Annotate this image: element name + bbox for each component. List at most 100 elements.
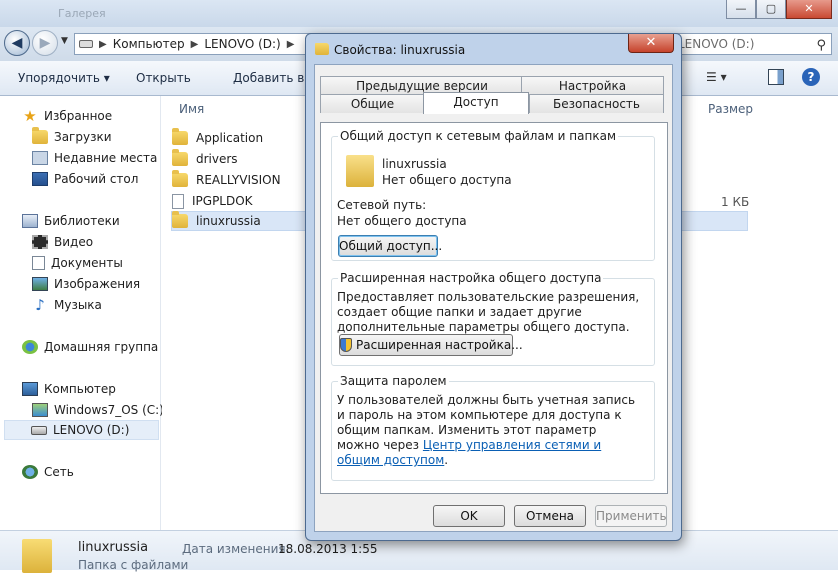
nav-computer[interactable]: Компьютер: [22, 379, 116, 399]
password-protection-description: У пользователей должны быть учетная запи…: [337, 393, 642, 468]
drive-icon: [31, 425, 47, 435]
nav-documents-label: Документы: [51, 256, 123, 270]
cancel-button[interactable]: Отмена: [514, 505, 586, 527]
dialog-close-button[interactable]: ✕: [628, 34, 674, 53]
nav-homegroup[interactable]: Домашняя группа: [22, 337, 158, 357]
folder-icon: [172, 128, 188, 145]
tab-general[interactable]: Общие: [320, 94, 425, 113]
uac-shield-icon: [340, 338, 352, 352]
file-row-drivers[interactable]: drivers: [172, 149, 238, 169]
libraries-icon: [22, 214, 38, 228]
explorer-titlebar: Галерея — ▢ ✕: [0, 0, 838, 27]
nav-network-label: Сеть: [44, 465, 74, 479]
network-icon: [22, 465, 38, 479]
maximize-button[interactable]: ▢: [756, 0, 786, 19]
recent-places-icon: [32, 151, 48, 165]
chevron-right-icon[interactable]: ▶: [287, 39, 295, 50]
file-row-reallyvision[interactable]: REALLYVISION: [172, 170, 281, 190]
recent-pages-dropdown[interactable]: ▼: [61, 36, 68, 46]
chevron-right-icon[interactable]: ▶: [99, 39, 107, 50]
help-icon[interactable]: ?: [802, 68, 820, 86]
nav-recent-places[interactable]: Недавние места: [32, 148, 157, 168]
advanced-sharing-title: Расширенная настройка общего доступа: [338, 271, 604, 285]
folder-icon: [22, 539, 52, 573]
network-path-value: Нет общего доступа: [337, 214, 467, 228]
advanced-sharing-group: Расширенная настройка общего доступа Пре…: [331, 271, 655, 366]
file-name: Application: [196, 131, 264, 145]
nav-drive-d[interactable]: LENOVO (D:): [4, 420, 159, 440]
minimize-icon: —: [735, 2, 747, 15]
nav-music-label: Музыка: [54, 298, 102, 312]
network-sharing-title: Общий доступ к сетевым файлам и папкам: [338, 129, 618, 143]
pictures-icon: [32, 277, 48, 291]
nav-libraries-label: Библиотеки: [44, 214, 120, 228]
details-date: 18.08.2013 1:55: [278, 542, 378, 556]
file-icon: [172, 193, 184, 209]
details-name: linuxrussia: [78, 540, 149, 555]
open-button[interactable]: Открыть: [136, 71, 191, 85]
column-header-size[interactable]: Размер: [708, 102, 753, 116]
advanced-sharing-button-label: Расширенная настройка...: [356, 338, 523, 352]
nav-desktop[interactable]: Рабочий стол: [32, 169, 138, 189]
nav-drive-d-label: LENOVO (D:): [53, 423, 130, 437]
minimize-button[interactable]: —: [726, 0, 756, 19]
chevron-right-icon[interactable]: ▶: [191, 39, 199, 50]
nav-favorites[interactable]: ★ Избранное: [22, 106, 112, 126]
back-button[interactable]: ◀: [4, 30, 30, 56]
add-to-library-button[interactable]: Добавить в библиотеку: [233, 71, 307, 85]
apply-button[interactable]: Применить: [595, 505, 667, 527]
file-row-application[interactable]: Application: [172, 128, 263, 148]
computer-icon: [22, 382, 38, 396]
sharing-tab-panel: Общий доступ к сетевым файлам и папкам l…: [320, 122, 668, 494]
nav-documents[interactable]: Документы: [32, 253, 123, 273]
organize-button[interactable]: Упорядочить ▾: [18, 71, 110, 85]
window-controls: — ▢ ✕: [726, 0, 832, 19]
share-button[interactable]: Общий доступ...: [338, 235, 442, 257]
nav-downloads-label: Загрузки: [54, 130, 112, 144]
video-icon: [32, 235, 48, 249]
breadcrumb-computer[interactable]: Компьютер: [113, 37, 185, 51]
nav-libraries[interactable]: Библиотеки: [22, 211, 120, 231]
nav-recent-label: Недавние места: [54, 151, 158, 165]
close-icon: ✕: [645, 35, 657, 50]
maximize-icon: ▢: [765, 2, 777, 15]
nav-drive-c[interactable]: Windows7_OS (C:): [32, 400, 164, 420]
file-name: IPGPLDOK: [192, 194, 253, 208]
tab-security[interactable]: Безопасность: [529, 94, 664, 113]
tab-sharing[interactable]: Доступ: [423, 92, 529, 114]
close-icon: ✕: [804, 2, 814, 15]
nav-downloads[interactable]: Загрузки: [32, 127, 112, 147]
network-path-label: Сетевой путь:: [337, 198, 427, 212]
nav-video[interactable]: Видео: [32, 232, 93, 252]
forward-button[interactable]: ▶: [32, 30, 58, 56]
file-name: REALLYVISION: [196, 173, 281, 187]
downloads-folder-icon: [32, 127, 48, 144]
star-icon: ★: [23, 107, 37, 125]
dialog-title: Свойства: linuxrussia: [334, 43, 466, 57]
preview-pane-icon[interactable]: [768, 69, 784, 85]
column-header-name[interactable]: Имя: [179, 102, 204, 116]
nav-music[interactable]: ♪ Музыка: [32, 295, 102, 315]
file-name: drivers: [196, 152, 238, 166]
tab-customize[interactable]: Настройка: [521, 76, 664, 95]
nav-network[interactable]: Сеть: [22, 462, 74, 482]
dialog-titlebar[interactable]: Свойства: linuxrussia ✕: [306, 34, 681, 64]
ok-button[interactable]: OK: [433, 505, 505, 527]
nav-pictures[interactable]: Изображения: [32, 274, 140, 294]
close-button[interactable]: ✕: [786, 0, 832, 19]
change-view-button[interactable]: ☰ ▾: [706, 70, 727, 84]
advanced-sharing-button[interactable]: Расширенная настройка...: [339, 334, 523, 356]
breadcrumb-drive-d[interactable]: LENOVO (D:): [204, 37, 280, 51]
folder-icon: [346, 155, 374, 187]
nav-homegroup-label: Домашняя группа: [44, 340, 159, 354]
desktop-icon: [32, 172, 48, 186]
nav-desktop-label: Рабочий стол: [54, 172, 139, 186]
period-text: .: [444, 453, 449, 467]
details-date-label: Дата изменения:: [182, 542, 290, 556]
password-protection-title: Защита паролем: [338, 374, 449, 388]
navigation-pane: ★ Избранное Загрузки Недавние места Рабо…: [0, 96, 164, 530]
search-icon[interactable]: ⚲: [816, 36, 826, 56]
file-size: 1 КБ: [721, 195, 750, 209]
file-row-ipgpldok[interactable]: IPGPLDOK: [172, 191, 253, 211]
dialog-body: Предыдущие версии Настройка Общие Доступ…: [314, 64, 673, 532]
